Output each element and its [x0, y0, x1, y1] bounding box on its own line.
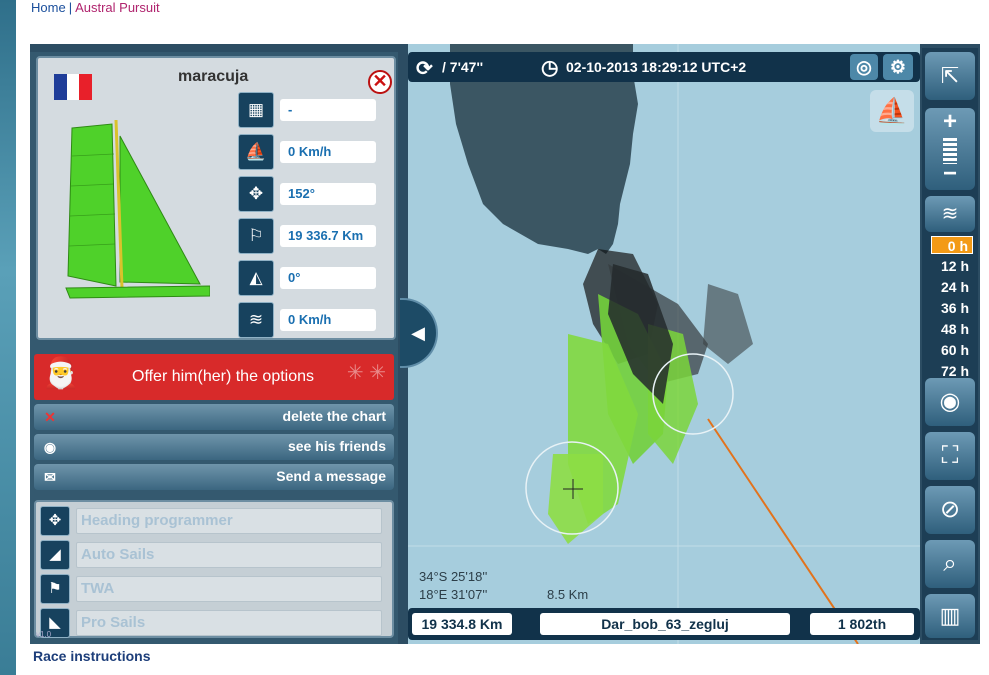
- twa-field: TWA: [76, 576, 382, 602]
- game-window: ⟳ / 7'47'' ◷ 02-10-2013 18:29:12 UTC+2 ◎…: [30, 44, 980, 644]
- podium-button[interactable]: ▥: [925, 594, 975, 638]
- race-instructions-link[interactable]: Race instructions: [33, 648, 150, 664]
- breadcrumb: Home | Austral Pursuit: [31, 0, 160, 15]
- breadcrumb-separator: |: [68, 0, 73, 15]
- map-canvas: [408, 44, 920, 644]
- latitude-readout: 34°S 25'18'': [419, 569, 488, 584]
- stat-ranking: ▦ -: [238, 92, 378, 128]
- offer-options-banner[interactable]: 🎅 Offer him(her) the options ✳ ✳: [34, 354, 394, 400]
- offer-options-text: Offer him(her) the options: [132, 368, 315, 385]
- sail-icon: ◢: [40, 540, 70, 570]
- player-name: Dar_bob_63_zegluj: [540, 613, 790, 635]
- santa-icon: 🎅: [42, 357, 80, 390]
- friends-button[interactable]: ◉: [925, 378, 975, 426]
- stat-sail-angle: ◭ 0°: [238, 260, 378, 296]
- stat-sail-angle-value: 0°: [280, 267, 376, 289]
- send-message-label: Send a message: [276, 468, 386, 484]
- race-datetime: 02-10-2013 18:29:12 UTC+2: [566, 59, 747, 75]
- stat-distance-value: 19 336.7 Km: [280, 225, 376, 247]
- cross-icon: ✕: [44, 409, 56, 425]
- map-scale: 8.5 Km: [547, 587, 589, 602]
- page-side-strip: [0, 0, 16, 675]
- forecast-36h[interactable]: 36 h: [931, 299, 973, 317]
- delete-chart-button[interactable]: ✕ delete the chart: [34, 404, 394, 430]
- catamaran-illustration: [65, 119, 210, 299]
- send-message-button[interactable]: ✉ Send a message: [34, 464, 394, 490]
- longitude-readout: 18°E 31'07'': [419, 587, 488, 602]
- refresh-icon[interactable]: ⟳: [416, 56, 433, 81]
- boat-name: maracuja: [178, 68, 249, 85]
- forecast-12h[interactable]: 12 h: [931, 257, 973, 275]
- stat-speed-value: 0 Km/h: [280, 141, 376, 163]
- zoom-in-button[interactable]: +: [925, 108, 975, 136]
- pro-sails-row[interactable]: ◣ Pro Sails: [40, 608, 390, 638]
- wind-forecast-panel: ≋ 0 h 12 h 24 h 36 h 48 h 60 h 72 h: [925, 196, 975, 379]
- right-toolbar: ⇱ + − ≋ 0 h 12 h 24 h 36 h 48 h 60 h 72 …: [922, 48, 978, 640]
- no-compass-button[interactable]: ⊘: [925, 486, 975, 534]
- lifebuoy-icon[interactable]: ◎: [850, 54, 878, 80]
- refresh-interval: / 7'47'': [442, 59, 484, 75]
- sea-map[interactable]: [408, 44, 920, 644]
- sail-angle-icon: ◭: [238, 260, 274, 296]
- compass-icon: ✥: [40, 506, 70, 536]
- fullscreen-button[interactable]: ⇱: [925, 52, 975, 100]
- stat-wind: ≋ 0 Km/h: [238, 302, 378, 338]
- snowflake-icon: ✳ ✳: [346, 362, 386, 384]
- fleet-shadows: [548, 249, 753, 544]
- map-bottom-bar: 19 334.8 Km Dar_bob_63_zegluj 1 802th: [408, 608, 920, 640]
- stat-ranking-value: -: [280, 99, 376, 121]
- stat-wind-value: 0 Km/h: [280, 309, 376, 331]
- see-friends-label: see his friends: [287, 438, 386, 454]
- stat-heading-value: 152°: [280, 183, 376, 205]
- boat-info-panel: maracuja ✕ ▦ - ⛵ 0 Km/h ✥ 152° ⚐ 19 336.…: [30, 52, 398, 644]
- clock-icon: ◷: [541, 57, 559, 79]
- speed-icon: ⛵: [238, 134, 274, 170]
- version-label: v1.0: [36, 630, 52, 639]
- forecast-0h[interactable]: 0 h: [931, 236, 973, 254]
- stat-heading: ✥ 152°: [238, 176, 378, 212]
- fit-view-button[interactable]: ⛶: [925, 432, 975, 480]
- auto-sails-row[interactable]: ◢ Auto Sails: [40, 540, 390, 570]
- pro-sails-field: Pro Sails: [76, 610, 382, 636]
- breadcrumb-home-link[interactable]: Home: [31, 0, 66, 15]
- map-coordinates: 34°S 25'18'' 18°E 31'07'': [419, 568, 487, 604]
- windsock-icon[interactable]: ≋: [925, 196, 975, 232]
- country-flag: [54, 74, 93, 100]
- ranking-icon: ▦: [238, 92, 274, 128]
- see-friends-button[interactable]: ◉ see his friends: [34, 434, 394, 460]
- windsock-icon: ≋: [238, 302, 274, 338]
- stat-speed: ⛵ 0 Km/h: [238, 134, 378, 170]
- player-rank: 1 802th: [810, 613, 914, 635]
- breadcrumb-current-link[interactable]: Austral Pursuit: [75, 0, 160, 15]
- distance-flag-icon: ⚐: [238, 218, 274, 254]
- distance-remaining: 19 334.8 Km: [412, 613, 512, 635]
- forecast-48h[interactable]: 48 h: [931, 320, 973, 338]
- zoom-control: + −: [925, 108, 975, 190]
- forecast-60h[interactable]: 60 h: [931, 341, 973, 359]
- forecast-24h[interactable]: 24 h: [931, 278, 973, 296]
- heading-programmer-row[interactable]: ✥ Heading programmer: [40, 506, 390, 536]
- map-top-bar: ⟳ / 7'47'' ◷ 02-10-2013 18:29:12 UTC+2 ◎…: [408, 52, 920, 82]
- programmers-panel: ✥ Heading programmer ◢ Auto Sails ⚑ TWA …: [34, 500, 394, 638]
- heading-programmer-field: Heading programmer: [76, 508, 382, 534]
- zoom-out-button[interactable]: −: [925, 160, 975, 188]
- close-button[interactable]: ✕: [368, 70, 392, 94]
- gear-icon[interactable]: ⚙: [883, 54, 913, 80]
- boat-card: maracuja ✕ ▦ - ⛵ 0 Km/h ✥ 152° ⚐ 19 336.…: [36, 56, 396, 340]
- twa-icon: ⚑: [40, 574, 70, 604]
- auto-sails-field: Auto Sails: [76, 542, 382, 568]
- friends-icon: ◉: [43, 439, 57, 455]
- compass-icon: ✥: [238, 176, 274, 212]
- boat-display-toggle[interactable]: ⛵: [870, 90, 914, 132]
- twa-row[interactable]: ⚑ TWA: [40, 574, 390, 604]
- stat-distance: ⚐ 19 336.7 Km: [238, 218, 378, 254]
- search-icon[interactable]: ⌕: [925, 540, 975, 588]
- envelope-icon: ✉: [44, 469, 56, 485]
- delete-chart-label: delete the chart: [282, 408, 386, 424]
